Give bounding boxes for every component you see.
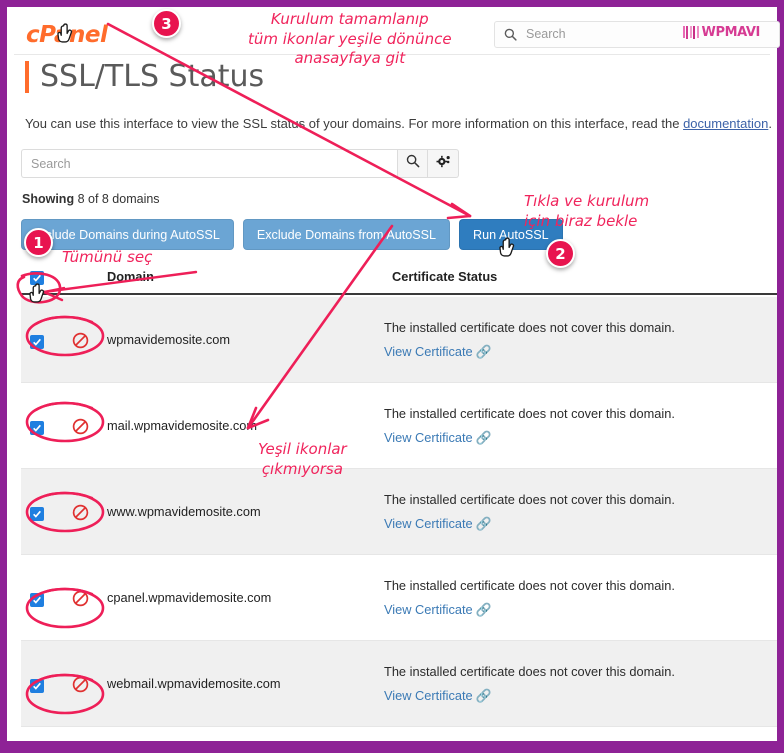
description-period: . <box>768 116 772 131</box>
external-link-icon: 🔗 <box>475 344 492 359</box>
domain-name: wpmavidemosite.com <box>107 332 231 347</box>
external-link-icon: 🔗 <box>475 516 492 531</box>
select-all-checkbox[interactable] <box>30 271 44 285</box>
ban-icon <box>72 590 89 612</box>
external-link-icon: 🔗 <box>475 430 492 445</box>
header-divider <box>21 293 777 295</box>
autossl-actions: Include Domains during AutoSSL Exclude D… <box>21 219 563 250</box>
certificate-status-message: The installed certificate does not cover… <box>384 320 675 335</box>
cpanel-logo[interactable]: cPanel <box>26 22 108 48</box>
ban-icon <box>72 418 89 440</box>
certificate-status-message: The installed certificate does not cover… <box>384 492 675 507</box>
include-domains-button[interactable]: Include Domains during AutoSSL <box>21 219 234 250</box>
ban-icon <box>72 332 89 354</box>
table-row: wpmavidemosite.com The installed certifi… <box>21 297 777 383</box>
wpmavi-watermark: WPMAVI <box>682 25 761 40</box>
cpanel-topbar: cPanel Search WPMAVI <box>14 14 780 55</box>
showing-label: Showing <box>22 192 75 206</box>
view-certificate-label: View Certificate <box>384 602 473 617</box>
page-title: SSL/TLS Status <box>40 59 265 94</box>
view-certificate-label: View Certificate <box>384 516 473 531</box>
table-row: webmail.wpmavidemosite.com The installed… <box>21 641 777 727</box>
table-row: www.wpmavidemosite.com The installed cer… <box>21 469 777 555</box>
search-icon <box>406 154 420 173</box>
view-certificate-link[interactable]: View Certificate 🔗 <box>384 688 492 704</box>
row-checkbox[interactable] <box>30 593 44 607</box>
exclude-domains-button[interactable]: Exclude Domains from AutoSSL <box>242 219 451 250</box>
external-link-icon: 🔗 <box>475 688 492 703</box>
domain-search-input[interactable]: Search <box>21 149 397 178</box>
search-icon <box>504 28 517 41</box>
showing-count: Showing 8 of 8 domains <box>22 192 160 206</box>
table-row: mail.wpmavidemosite.com The installed ce… <box>21 383 777 469</box>
view-certificate-link[interactable]: View Certificate 🔗 <box>384 602 492 618</box>
showing-value: 8 of 8 domains <box>77 192 160 206</box>
documentation-link[interactable]: documentation <box>683 116 768 131</box>
screenshot-root: cPanel Search WPMAVI SSL/TLS Status You … <box>0 0 784 748</box>
certificate-status-message: The installed certificate does not cover… <box>384 578 675 593</box>
domain-table-body: wpmavidemosite.com The installed certifi… <box>21 297 777 727</box>
domain-name: www.wpmavidemosite.com <box>107 504 261 519</box>
global-search-placeholder: Search <box>526 27 566 41</box>
description-text: You can use this interface to view the S… <box>25 116 684 131</box>
certificate-status-message: The installed certificate does not cover… <box>384 406 675 421</box>
table-row: cpanel.wpmavidemosite.com The installed … <box>21 555 777 641</box>
row-checkbox[interactable] <box>30 679 44 693</box>
row-checkbox[interactable] <box>30 335 44 349</box>
browser-frame: cPanel Search WPMAVI SSL/TLS Status You … <box>0 0 784 748</box>
page-title-row: SSL/TLS Status <box>14 59 264 94</box>
certificate-status-message: The installed certificate does not cover… <box>384 664 675 679</box>
view-certificate-label: View Certificate <box>384 344 473 359</box>
external-link-icon: 🔗 <box>475 602 492 617</box>
table-header: Domain Certificate Status <box>21 265 777 295</box>
column-header-domain: Domain <box>107 269 154 284</box>
row-checkbox[interactable] <box>30 507 44 521</box>
column-header-certificate-status: Certificate Status <box>392 269 498 284</box>
gear-icon <box>436 154 451 174</box>
domain-name: cpanel.wpmavidemosite.com <box>107 590 272 605</box>
page-description: You can use this interface to view the S… <box>25 115 775 134</box>
row-checkbox[interactable] <box>30 421 44 435</box>
wpmavi-bars-icon <box>682 26 699 39</box>
view-certificate-label: View Certificate <box>384 688 473 703</box>
domain-filter-row: Search <box>21 149 459 178</box>
title-accent-bar <box>25 60 29 93</box>
ban-icon <box>72 504 89 526</box>
ban-icon <box>72 676 89 698</box>
domain-search-button[interactable] <box>397 149 428 178</box>
view-certificate-link[interactable]: View Certificate 🔗 <box>384 344 492 360</box>
view-certificate-link[interactable]: View Certificate 🔗 <box>384 430 492 446</box>
wpmavi-label: WPMAVI <box>701 25 761 40</box>
domain-name: mail.wpmavidemosite.com <box>107 418 258 433</box>
filter-settings-button[interactable] <box>428 149 459 178</box>
view-certificate-link[interactable]: View Certificate 🔗 <box>384 516 492 532</box>
run-autossl-button[interactable]: Run AutoSSL <box>459 219 563 250</box>
domain-name: webmail.wpmavidemosite.com <box>107 676 281 691</box>
view-certificate-label: View Certificate <box>384 430 473 445</box>
